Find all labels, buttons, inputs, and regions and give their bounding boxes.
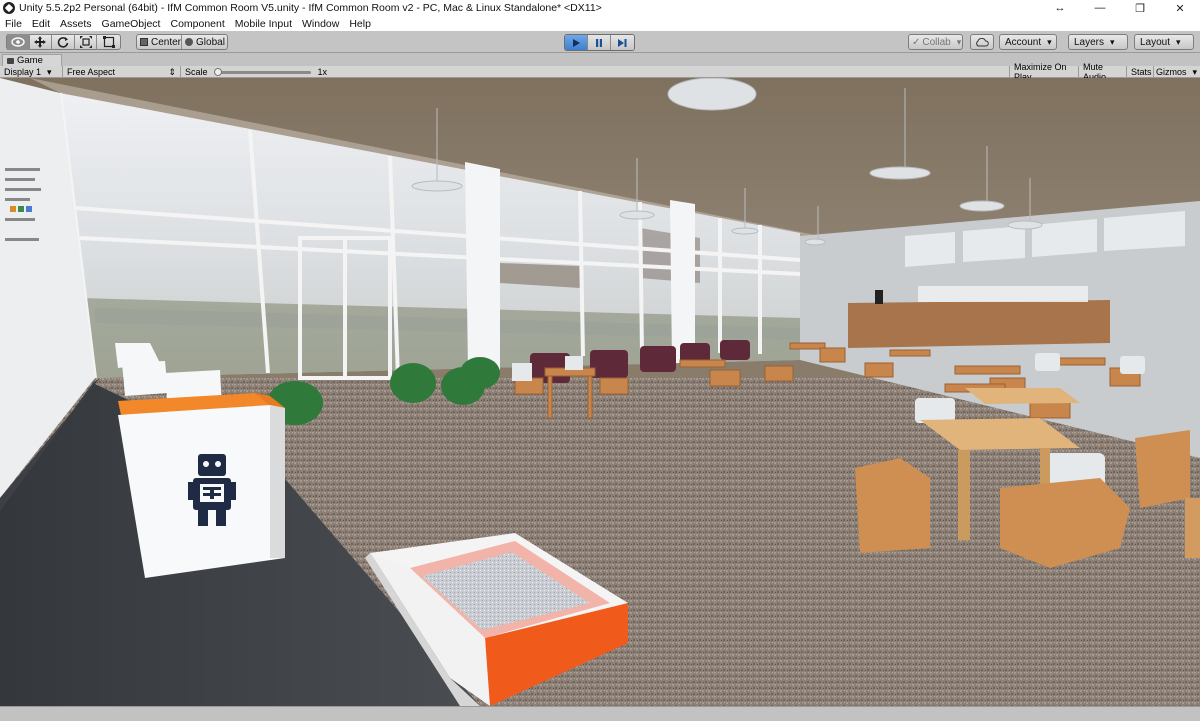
pivot-center-button[interactable]: Center bbox=[137, 35, 183, 49]
main-toolbar: Center Global ✓ Collab Account Layers La… bbox=[0, 31, 1200, 53]
account-label: Account bbox=[1005, 36, 1042, 48]
cloud-icon bbox=[976, 37, 989, 46]
scale-slider-thumb[interactable] bbox=[213, 67, 222, 76]
move-tool-button[interactable] bbox=[30, 34, 53, 50]
check-icon: ✓ bbox=[912, 36, 921, 48]
globe-icon bbox=[185, 38, 194, 46]
status-bar bbox=[0, 706, 1200, 721]
robot-box bbox=[118, 393, 285, 578]
play-button[interactable] bbox=[565, 35, 588, 50]
layout-dropdown[interactable]: Layout bbox=[1134, 34, 1194, 50]
menu-bar: File Edit Assets GameObject Component Mo… bbox=[0, 16, 1200, 31]
space-label: Global bbox=[196, 36, 225, 48]
dropdown-arrow-icon: ⇕ bbox=[168, 66, 176, 77]
menu-help[interactable]: Help bbox=[349, 18, 371, 30]
maximize-on-play-toggle[interactable]: Maximize On Play bbox=[1009, 62, 1079, 82]
stats-toggle[interactable]: Stats bbox=[1127, 66, 1154, 78]
game-viewport[interactable] bbox=[0, 78, 1200, 706]
gizmos-label: Gizmos bbox=[1156, 67, 1187, 77]
pause-icon bbox=[596, 38, 602, 47]
account-dropdown[interactable]: Account bbox=[999, 34, 1057, 50]
pivot-icon bbox=[140, 38, 148, 46]
maximize-button[interactable]: ❐ bbox=[1120, 0, 1160, 16]
collab-dropdown[interactable]: ✓ Collab bbox=[908, 34, 963, 50]
step-button[interactable] bbox=[611, 35, 634, 50]
bar-counter bbox=[848, 300, 1110, 348]
menu-edit[interactable]: Edit bbox=[32, 18, 50, 30]
aspect-label: Free Aspect bbox=[67, 67, 116, 77]
rotate-tool-button[interactable] bbox=[52, 34, 75, 50]
chair bbox=[855, 458, 930, 553]
unity-icon bbox=[3, 2, 15, 14]
menu-window[interactable]: Window bbox=[302, 18, 339, 30]
menu-component[interactable]: Component bbox=[170, 18, 224, 30]
rotate-icon bbox=[57, 37, 69, 48]
eye-icon bbox=[11, 37, 25, 47]
menu-gameobject[interactable]: GameObject bbox=[102, 18, 161, 30]
menu-mobile-input[interactable]: Mobile Input bbox=[235, 18, 292, 30]
tab-game[interactable]: Game bbox=[2, 54, 62, 66]
hand-tool-button[interactable] bbox=[7, 34, 30, 50]
rect-icon bbox=[102, 36, 115, 48]
display-dropdown[interactable]: Display 1 bbox=[0, 66, 63, 78]
layers-dropdown[interactable]: Layers bbox=[1068, 34, 1128, 50]
scale-control: Scale 1x bbox=[181, 66, 331, 78]
window-title: Unity 5.5.2p2 Personal (64bit) - IfM Com… bbox=[19, 2, 602, 14]
playback-controls bbox=[564, 34, 635, 51]
column bbox=[465, 162, 500, 370]
rect-tool-button[interactable] bbox=[97, 34, 120, 50]
play-icon bbox=[573, 38, 580, 47]
layers-label: Layers bbox=[1074, 36, 1105, 48]
space-global-button[interactable]: Global bbox=[182, 35, 227, 49]
display-label: Display 1 bbox=[4, 67, 42, 77]
mute-audio-toggle[interactable]: Mute Audio bbox=[1079, 62, 1127, 82]
column bbox=[670, 200, 695, 363]
layout-label: Layout bbox=[1140, 36, 1171, 48]
gizmos-dropdown[interactable]: Gizmos bbox=[1154, 66, 1200, 78]
pause-button[interactable] bbox=[588, 35, 611, 50]
title-bar: Unity 5.5.2p2 Personal (64bit) - IfM Com… bbox=[0, 0, 1200, 16]
window-controls: ↔ — ❐ ✕ bbox=[1040, 0, 1200, 16]
game-view-toolbar: Display 1 Free Aspect ⇕ Scale 1x Maximiz… bbox=[0, 62, 1200, 82]
scale-slider[interactable] bbox=[213, 67, 312, 76]
scale-label: Scale bbox=[185, 67, 208, 77]
pivot-label: Center bbox=[151, 36, 182, 48]
step-icon bbox=[618, 38, 627, 47]
common-room-scene bbox=[0, 78, 1200, 706]
pivot-toggles: Center Global bbox=[136, 34, 228, 50]
stats-label: Stats bbox=[1131, 67, 1152, 77]
aspect-dropdown[interactable]: Free Aspect ⇕ bbox=[63, 66, 181, 78]
scale-tool-button[interactable] bbox=[75, 34, 98, 50]
move-icon bbox=[34, 36, 47, 48]
minimize-button[interactable]: — bbox=[1080, 0, 1120, 16]
transform-tools bbox=[6, 34, 121, 50]
resize-icon[interactable]: ↔ bbox=[1040, 0, 1080, 16]
scale-icon bbox=[79, 36, 92, 48]
menu-assets[interactable]: Assets bbox=[60, 18, 92, 30]
collab-label: Collab bbox=[922, 36, 951, 48]
cloud-button[interactable] bbox=[970, 34, 994, 50]
menu-file[interactable]: File bbox=[5, 18, 22, 30]
close-button[interactable]: ✕ bbox=[1160, 0, 1200, 16]
game-tab-label: Game bbox=[17, 55, 43, 66]
scale-value: 1x bbox=[317, 67, 327, 77]
